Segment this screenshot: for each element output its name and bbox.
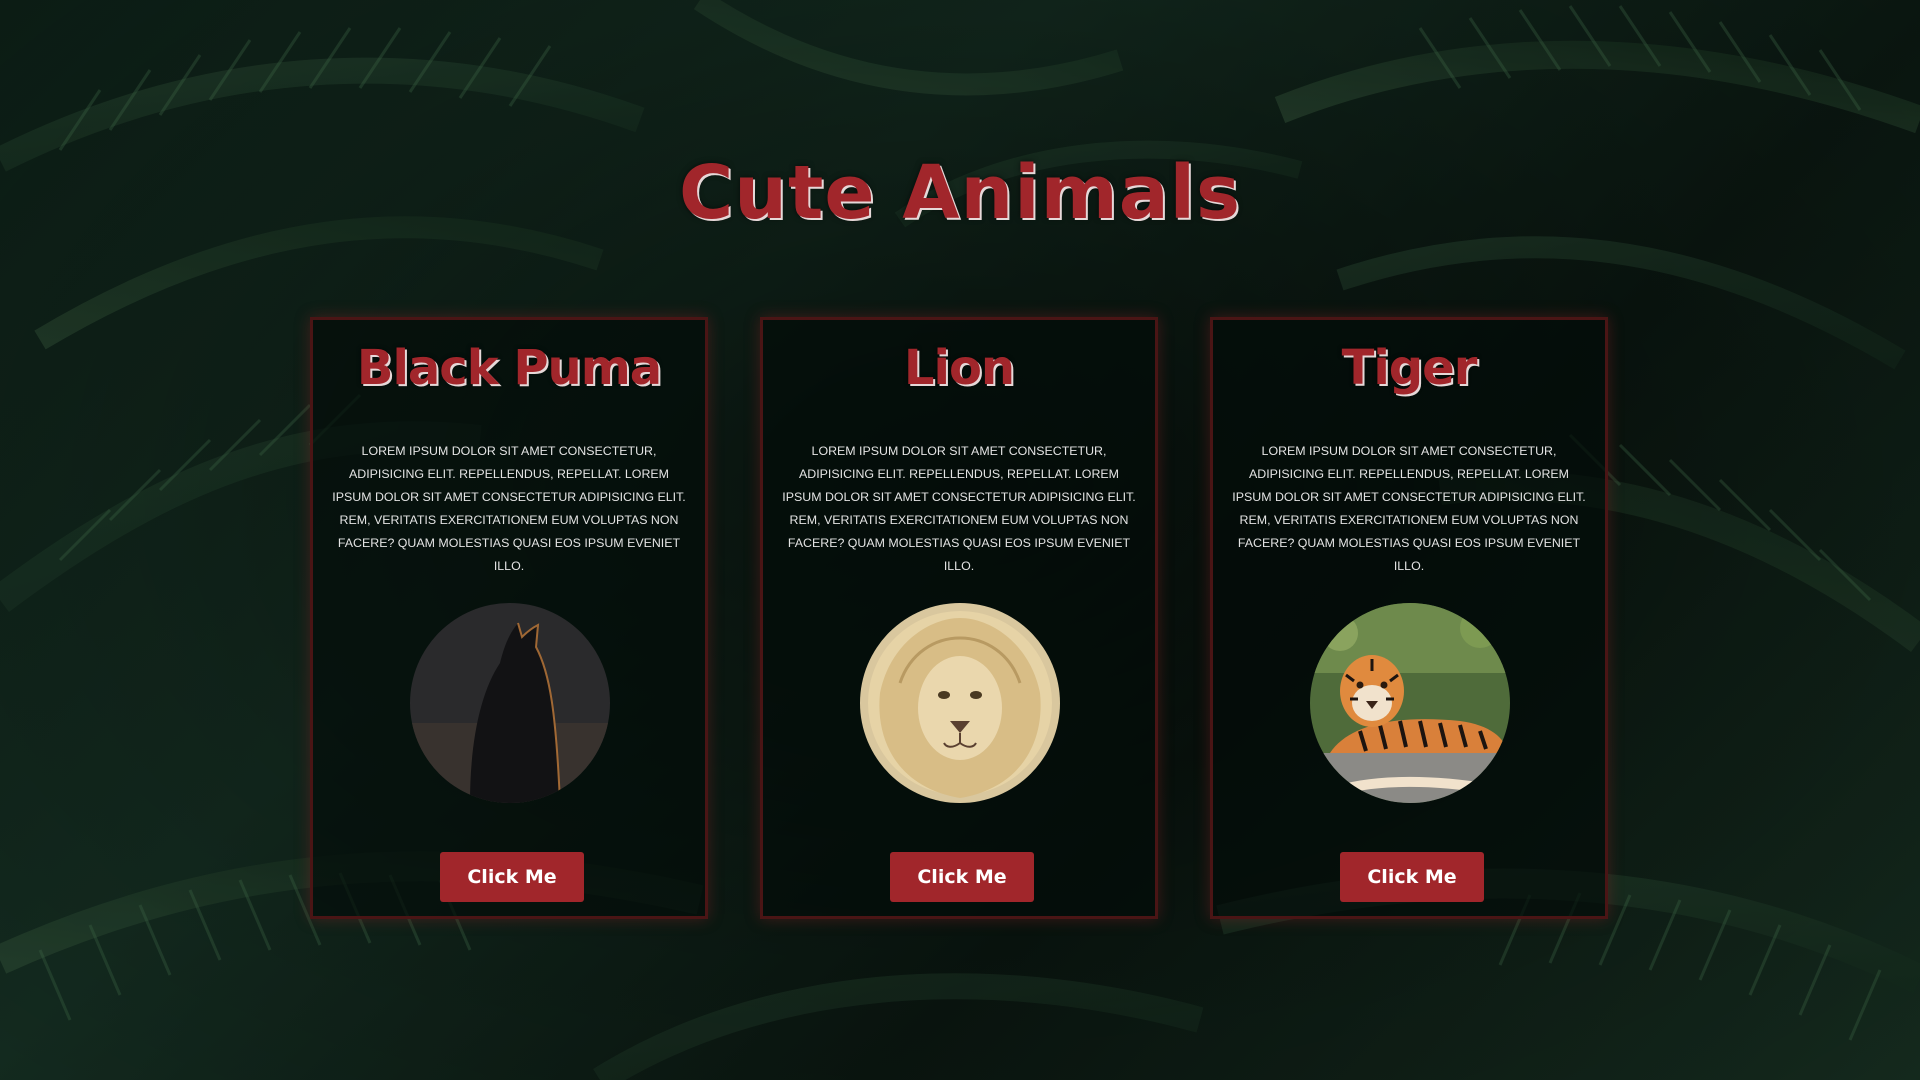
card-title: Tiger xyxy=(1341,340,1478,396)
card-description: Lorem ipsum dolor sit amet consectetur, … xyxy=(782,444,1136,573)
click-me-button[interactable]: Click Me xyxy=(1340,852,1484,902)
card-title: Lion xyxy=(903,340,1015,396)
animal-card-lion: Lion Lorem ipsum dolor sit amet consecte… xyxy=(760,317,1158,919)
card-title: Black Puma xyxy=(356,340,662,396)
card-description: Lorem ipsum dolor sit amet consectetur, … xyxy=(332,444,686,573)
tiger-image xyxy=(1310,603,1510,803)
card-description: Lorem ipsum dolor sit amet consectetur, … xyxy=(1232,444,1586,573)
animal-card-tiger: Tiger Lorem ipsum dolor sit amet consect… xyxy=(1210,317,1608,919)
lion-image xyxy=(860,603,1060,803)
click-me-button[interactable]: Click Me xyxy=(890,852,1034,902)
animal-card-black-puma: Black Puma Lorem ipsum dolor sit amet co… xyxy=(310,317,708,919)
click-me-button[interactable]: Click Me xyxy=(440,852,584,902)
page-title: Cute Animals xyxy=(678,150,1242,236)
black-puma-image xyxy=(410,603,610,803)
